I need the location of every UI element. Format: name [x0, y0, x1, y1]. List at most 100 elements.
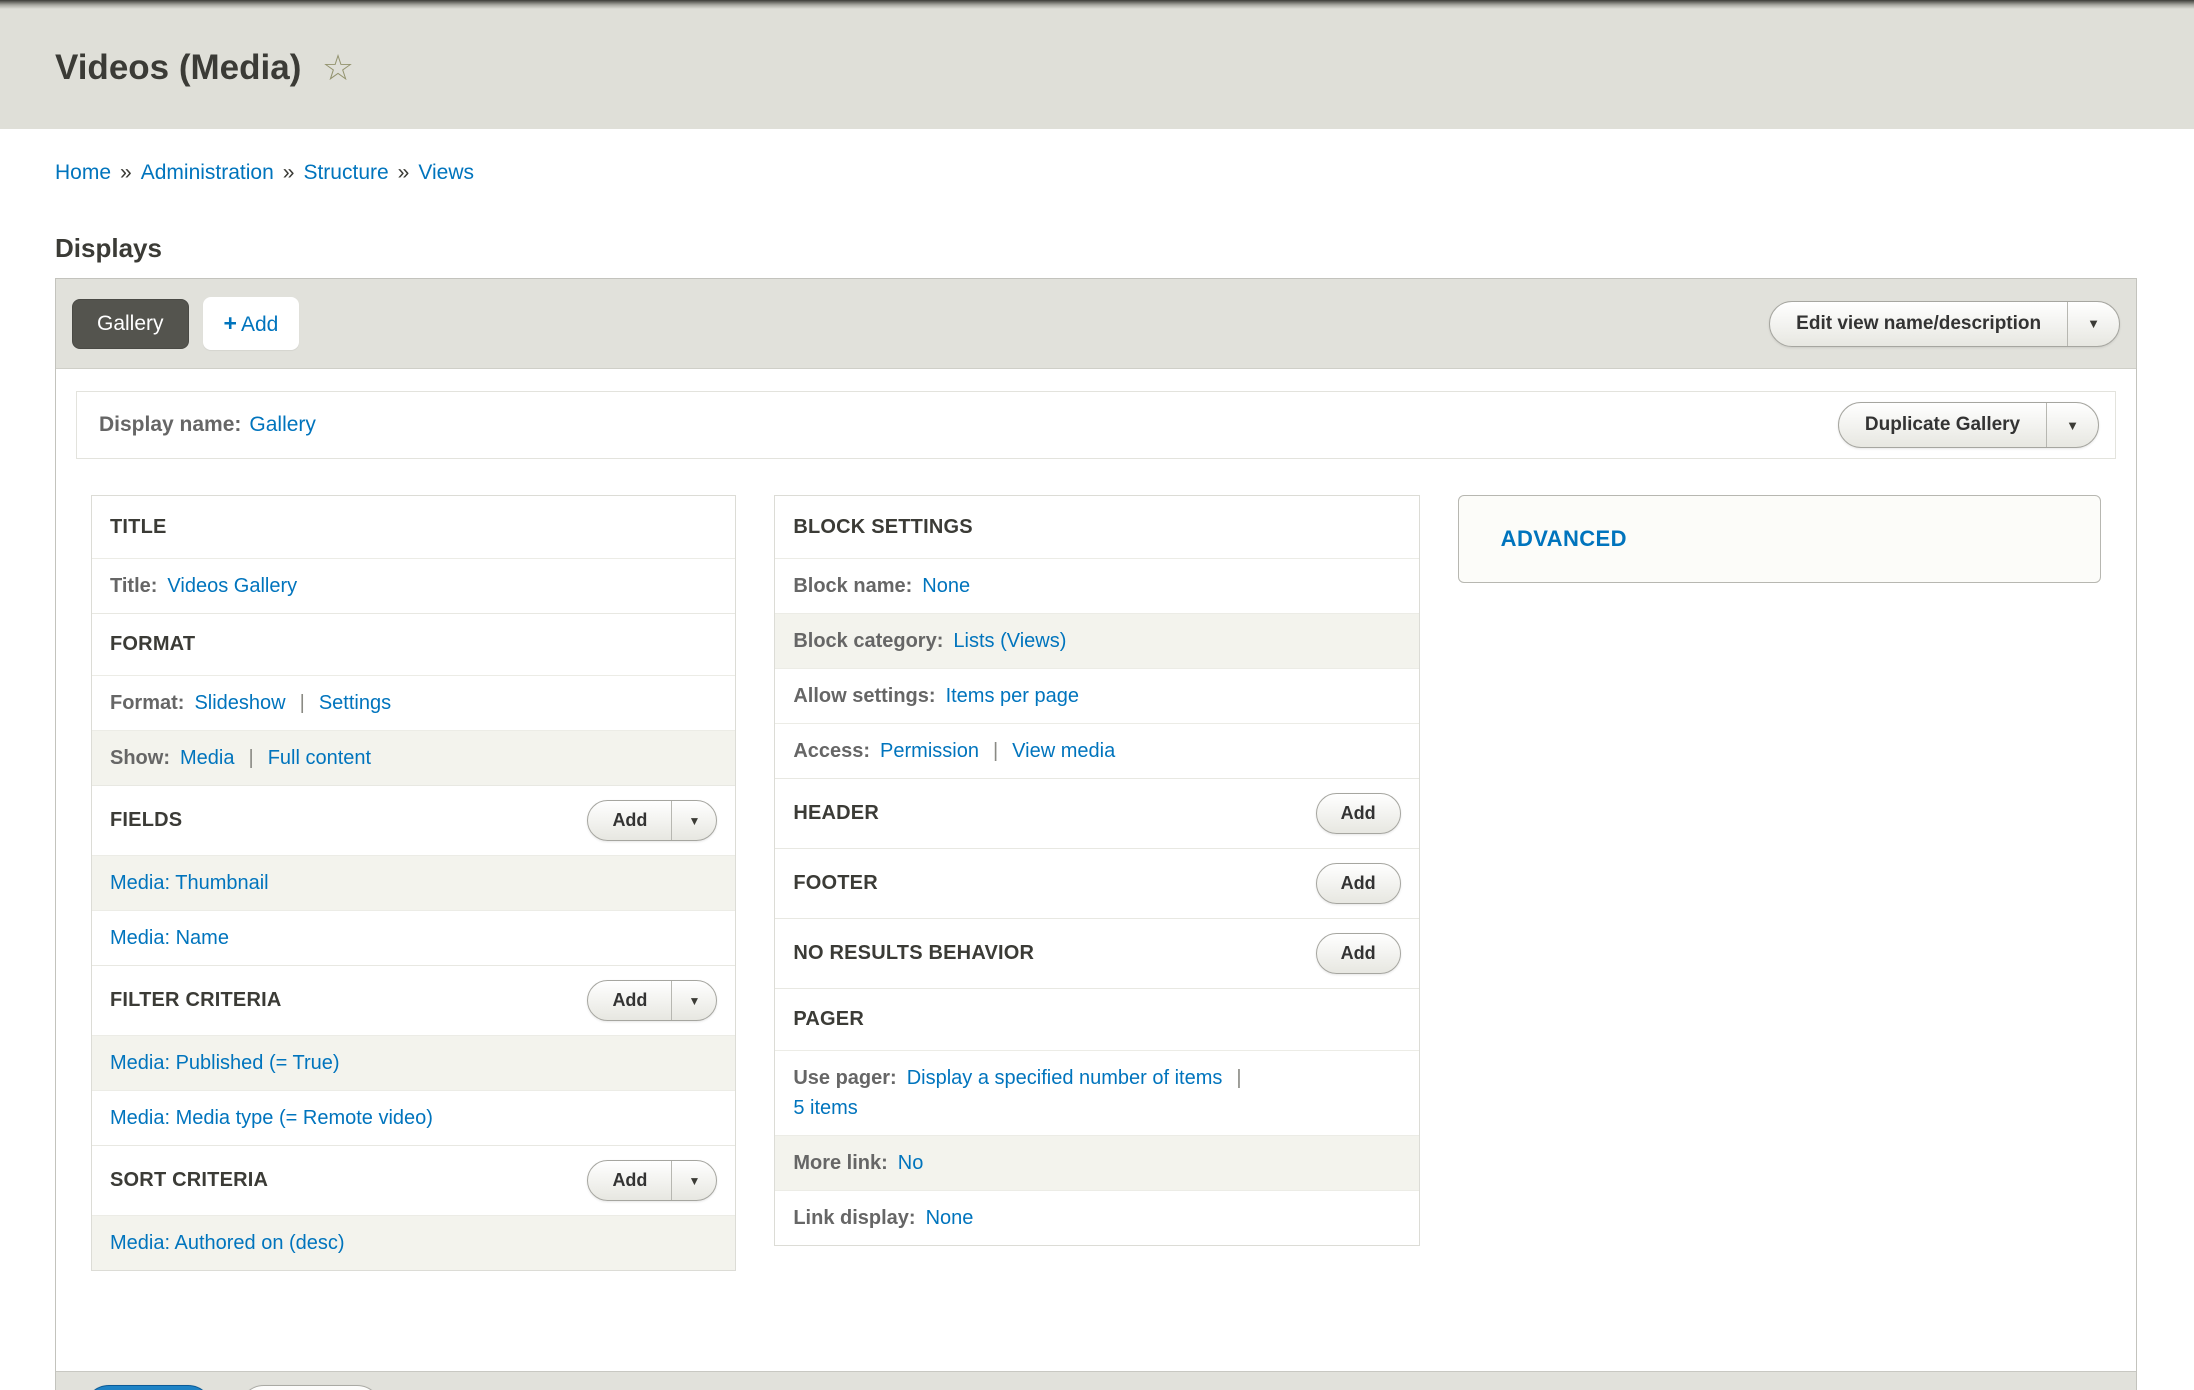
section-title: BLOCK SETTINGS [793, 516, 1400, 539]
add-button[interactable]: Add [1316, 933, 1401, 974]
setting-link[interactable]: Items per page [946, 685, 1079, 707]
add-button[interactable]: Add▼ [587, 980, 717, 1021]
setting-link[interactable]: Media: Media type (= Remote video) [110, 1107, 433, 1129]
section-heading: TITLE [92, 496, 735, 558]
add-display-label: Add [241, 313, 278, 336]
link-separator: | [993, 740, 998, 762]
chevron-down-icon[interactable]: ▼ [671, 1161, 716, 1200]
display-name-link[interactable]: Gallery [249, 413, 316, 437]
setting-row: Allow settings: Items per page [775, 668, 1418, 723]
section-title: SORT CRITERIA [110, 1169, 587, 1192]
add-button-label: Add [588, 981, 671, 1020]
breadcrumb-separator: » [283, 161, 295, 184]
add-button[interactable]: Add [1316, 863, 1401, 904]
setting-label: Access: [793, 740, 870, 762]
setting-label: Show: [110, 747, 170, 769]
add-button-label: Add [588, 1161, 671, 1200]
add-button[interactable]: Add▼ [587, 800, 717, 841]
setting-link[interactable]: Media: Name [110, 927, 229, 949]
link-separator: | [248, 747, 253, 769]
setting-link[interactable]: Permission [880, 740, 979, 762]
setting-link[interactable]: Full content [268, 747, 371, 769]
setting-row: Media: Authored on (desc) [92, 1215, 735, 1270]
tab-gallery[interactable]: Gallery [72, 299, 189, 349]
section-heading: SORT CRITERIAAdd▼ [92, 1145, 735, 1215]
chevron-down-icon[interactable]: ▼ [671, 801, 716, 840]
chevron-down-icon[interactable]: ▼ [671, 981, 716, 1020]
setting-label: More link: [793, 1152, 887, 1174]
setting-row: Media: Published (= True) [92, 1035, 735, 1090]
setting-row: Use pager: Display a specified number of … [775, 1050, 1418, 1135]
setting-row: Media: Name [92, 910, 735, 965]
setting-link[interactable]: Display a specified number of items [907, 1067, 1223, 1089]
section-heading: FIELDSAdd▼ [92, 785, 735, 855]
duplicate-display-label: Duplicate Gallery [1839, 403, 2046, 447]
setting-label: Format: [110, 692, 184, 714]
setting-link[interactable]: Media: Published (= True) [110, 1052, 340, 1074]
setting-link[interactable]: No [898, 1152, 924, 1174]
setting-row: Block name: None [775, 558, 1418, 613]
setting-row: Link display: None [775, 1190, 1418, 1245]
edit-view-name-label: Edit view name/description [1770, 302, 2067, 346]
setting-link[interactable]: None [926, 1207, 974, 1229]
setting-row: Format: Slideshow | Settings [92, 675, 735, 730]
save-button[interactable]: Save [84, 1385, 213, 1390]
chevron-down-icon[interactable]: ▼ [2067, 302, 2119, 346]
breadcrumb-link-views[interactable]: Views [418, 161, 474, 184]
setting-link[interactable]: None [922, 575, 970, 597]
settings-columns: TITLE Title: Videos Gallery FORMAT Format: Sl… [91, 495, 2101, 1271]
setting-link[interactable]: Videos Gallery [167, 575, 297, 597]
setting-label: Block name: [793, 575, 912, 597]
setting-label: Title: [110, 575, 157, 597]
advanced-section-label: ADVANCED [1501, 526, 1627, 551]
display-tab-bar: Gallery +Add Edit view name/description … [56, 279, 2136, 369]
setting-link[interactable]: Media [180, 747, 234, 769]
setting-row: Block category:Lists (Views) [775, 613, 1418, 668]
section-heading: FOOTERAdd [775, 848, 1418, 918]
setting-link[interactable]: 5 items [793, 1097, 857, 1119]
display-name-box: Display name: Gallery Duplicate Gallery … [76, 391, 2116, 459]
add-button-label: Add [1317, 864, 1400, 903]
setting-link[interactable]: Slideshow [194, 692, 285, 714]
setting-link[interactable]: Lists (Views) [953, 630, 1066, 652]
add-button-label: Add [588, 801, 671, 840]
setting-label: Use pager: [793, 1067, 896, 1089]
setting-row: Show: Media | Full content [92, 730, 735, 785]
breadcrumb-separator: » [120, 161, 132, 184]
chevron-down-icon[interactable]: ▼ [2046, 403, 2098, 447]
breadcrumb-link-structure[interactable]: Structure [303, 161, 388, 184]
section-heading: NO RESULTS BEHAVIORAdd [775, 918, 1418, 988]
add-button-label: Add [1317, 934, 1400, 973]
cancel-button[interactable]: Cancel [239, 1385, 381, 1390]
setting-row: Media: Media type (= Remote video) [92, 1090, 735, 1145]
add-display-button[interactable]: +Add [203, 297, 300, 350]
setting-link[interactable]: Media: Thumbnail [110, 872, 269, 894]
advanced-section-toggle[interactable]: ADVANCED [1458, 495, 2101, 583]
actions-footer: Save Cancel [56, 1371, 2136, 1390]
add-button[interactable]: Add▼ [587, 1160, 717, 1201]
section-heading: BLOCK SETTINGS [775, 496, 1418, 558]
section-heading: FORMAT [92, 613, 735, 675]
setting-link[interactable]: Media: Authored on (desc) [110, 1232, 345, 1254]
favorite-star-icon[interactable]: ☆ [322, 47, 354, 88]
setting-link[interactable]: Settings [319, 692, 391, 714]
section-title: FIELDS [110, 809, 587, 832]
breadcrumb-link-administration[interactable]: Administration [141, 161, 274, 184]
duplicate-display-button[interactable]: Duplicate Gallery ▼ [1838, 402, 2099, 448]
breadcrumb-link-home[interactable]: Home [55, 161, 111, 184]
link-separator: | [300, 692, 305, 714]
display-settings-content: Display name: Gallery Duplicate Gallery … [56, 369, 2136, 1271]
setting-label: Link display: [793, 1207, 915, 1229]
section-title: TITLE [110, 516, 717, 539]
settings-column-third: ADVANCED [1458, 495, 2101, 583]
edit-view-name-button[interactable]: Edit view name/description ▼ [1769, 301, 2120, 347]
setting-label: Allow settings: [793, 685, 935, 707]
setting-link[interactable]: View media [1012, 740, 1115, 762]
link-separator: | [1236, 1067, 1241, 1089]
setting-row: Media: Thumbnail [92, 855, 735, 910]
setting-row: Title: Videos Gallery [92, 558, 735, 613]
add-button[interactable]: Add [1316, 793, 1401, 834]
add-button-label: Add [1317, 794, 1400, 833]
display-name-label: Display name: [99, 413, 241, 437]
settings-column-second: BLOCK SETTINGS Block name: None Block categ… [774, 495, 1419, 1246]
